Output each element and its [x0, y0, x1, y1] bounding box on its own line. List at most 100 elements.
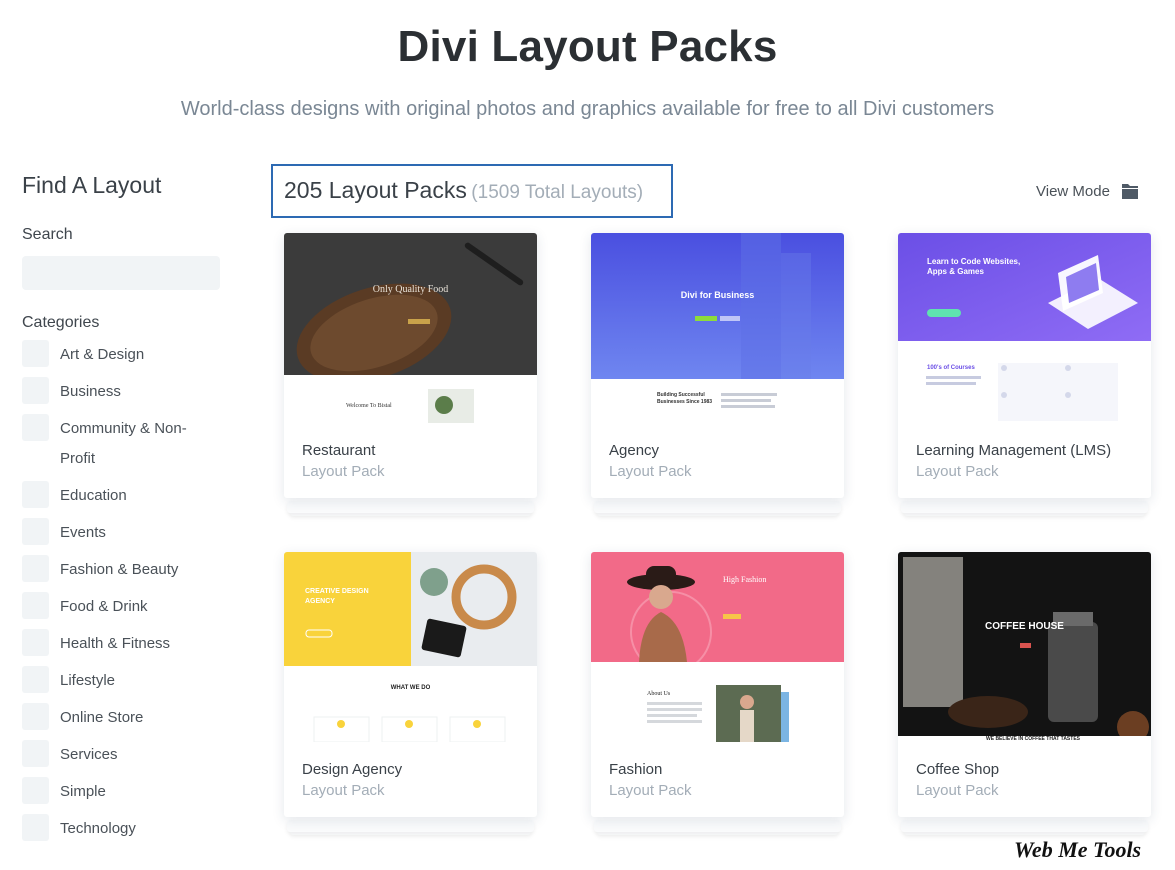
category-label: Lifestyle [60, 672, 116, 689]
category-label: Online Store [60, 709, 144, 726]
layout-preview-thumbnail: Divi for Business Building Successful Bu… [591, 233, 844, 423]
category-services[interactable]: Services [22, 740, 222, 777]
card-body[interactable]: Divi for Business Building Successful Bu… [591, 233, 844, 498]
search-input[interactable] [22, 256, 220, 290]
fashion-preview-image [591, 552, 844, 742]
card-stack-shadow [287, 501, 534, 513]
card-title: Agency [609, 442, 660, 459]
category-checkbox[interactable] [22, 377, 49, 404]
category-fashion-beauty[interactable]: Fashion & Beauty [22, 555, 222, 592]
filter-sidebar: Find A Layout Search Categories Art & De… [22, 172, 222, 851]
page-title: Divi Layout Packs [397, 22, 778, 71]
preview-title: COFFEE HOUSE [985, 621, 1064, 632]
total-layouts-count: (1509 Total Layouts) [471, 182, 644, 203]
card-subtitle: Layout Pack [916, 463, 999, 480]
category-checkbox[interactable] [22, 481, 49, 508]
page-subtitle: World-class designs with original photos… [180, 98, 995, 120]
card-subtitle: Layout Pack [609, 463, 692, 480]
category-events[interactable]: Events [22, 518, 222, 555]
category-business[interactable]: Business [22, 377, 222, 414]
category-checkbox[interactable] [22, 666, 49, 693]
preview-section: Welcome To Bistal [346, 403, 392, 409]
category-food-drink[interactable]: Food & Drink [22, 592, 222, 629]
category-checkbox[interactable] [22, 814, 49, 841]
card-stack-shadow [594, 820, 841, 832]
card-stack-shadow [287, 820, 534, 832]
category-label: Art & Design [60, 346, 145, 363]
category-label: Community & Non-Profit [60, 420, 187, 467]
card-title: Learning Management (LMS) [916, 442, 1112, 459]
view-mode-label: View Mode [1036, 182, 1110, 200]
category-lifestyle[interactable]: Lifestyle [22, 666, 222, 703]
category-art-design[interactable]: Art & Design [22, 340, 222, 377]
category-checkbox[interactable] [22, 703, 49, 730]
preview-section: WE BELIEVE IN COFFEE THAT TASTES [986, 736, 1080, 742]
category-checkbox[interactable] [22, 414, 49, 441]
restaurant-preview-image [284, 233, 537, 423]
category-label: Education [60, 487, 127, 504]
preview-title: Only Quality Food [372, 284, 449, 295]
card-stack-shadow [901, 820, 1148, 832]
card-body[interactable]: CREATIVE DESIGN AGENCY WHAT WE DO Design… [284, 552, 537, 817]
layout-card-lms[interactable]: Learn to Code Websites, Apps & Games 100… [898, 233, 1151, 516]
card-subtitle: Layout Pack [609, 782, 692, 799]
category-technology[interactable]: Technology [22, 814, 222, 851]
layout-preview-thumbnail: CREATIVE DESIGN AGENCY WHAT WE DO [284, 552, 537, 742]
category-online-store[interactable]: Online Store [22, 703, 222, 740]
category-simple[interactable]: Simple [22, 777, 222, 814]
layout-card-design-agency[interactable]: CREATIVE DESIGN AGENCY WHAT WE DO Design… [284, 552, 537, 835]
category-label: Fashion & Beauty [60, 561, 179, 578]
preview-section: WHAT WE DO [390, 685, 431, 691]
layout-preview-thumbnail: Only Quality Food Welcome To Bistal [284, 233, 537, 423]
design-agency-preview-image [284, 552, 537, 742]
card-body[interactable]: Learn to Code Websites, Apps & Games 100… [898, 233, 1151, 498]
coffee-shop-preview-image [898, 552, 1151, 742]
results-count-header: 205 Layout Packs (1509 Total Layouts) [271, 164, 673, 218]
card-subtitle: Layout Pack [916, 782, 999, 799]
preview-title: CREATIVE DESIGN AGENCY [305, 588, 369, 605]
agency-preview-image [591, 233, 844, 423]
view-mode-toggle[interactable]: View Mode [1036, 182, 1139, 200]
category-label: Events [60, 524, 106, 541]
card-body[interactable]: High Fashion About Us Fashion Layout Pac… [591, 552, 844, 817]
category-health-fitness[interactable]: Health & Fitness [22, 629, 222, 666]
category-label: Technology [60, 820, 136, 837]
category-checkbox[interactable] [22, 518, 49, 545]
category-checkbox[interactable] [22, 340, 49, 367]
category-education[interactable]: Education [22, 481, 222, 518]
category-checkbox[interactable] [22, 740, 49, 767]
preview-title: Divi for Business [680, 290, 755, 300]
card-subtitle: Layout Pack [302, 463, 385, 480]
layout-card-agency[interactable]: Divi for Business Building Successful Bu… [591, 233, 844, 516]
category-checkbox[interactable] [22, 629, 49, 656]
layout-card-coffee-shop[interactable]: COFFEE HOUSE WE BELIEVE IN COFFEE THAT T… [898, 552, 1151, 835]
category-community[interactable]: Community & Non-Profit [22, 414, 222, 481]
preview-section: Building Successful Businesses Since 198… [657, 392, 713, 405]
card-body[interactable]: Only Quality Food Welcome To Bistal Rest… [284, 233, 537, 498]
layout-preview-thumbnail: COFFEE HOUSE WE BELIEVE IN COFFEE THAT T… [898, 552, 1151, 742]
card-title: Coffee Shop [916, 761, 1000, 778]
category-label: Services [60, 746, 118, 763]
preview-section: 100's of Courses [927, 365, 975, 371]
layout-card-restaurant[interactable]: Only Quality Food Welcome To Bistal Rest… [284, 233, 537, 516]
folder-icon[interactable] [1121, 182, 1139, 200]
layout-preview-thumbnail: Learn to Code Websites, Apps & Games 100… [898, 233, 1151, 423]
watermark-logo: Web Me Tools [1014, 837, 1142, 862]
preview-title: Learn to Code Websites, Apps & Games [927, 257, 1021, 276]
category-list: Art & Design Business Community & Non-Pr… [22, 340, 222, 851]
card-subtitle: Layout Pack [302, 782, 385, 799]
layout-preview-thumbnail: High Fashion About Us [591, 552, 844, 742]
category-checkbox[interactable] [22, 555, 49, 582]
search-label: Search [22, 226, 73, 243]
card-title: Restaurant [302, 442, 376, 459]
category-checkbox[interactable] [22, 592, 49, 619]
category-checkbox[interactable] [22, 777, 49, 804]
card-body[interactable]: COFFEE HOUSE WE BELIEVE IN COFFEE THAT T… [898, 552, 1151, 817]
category-label: Food & Drink [60, 598, 148, 615]
layout-pack-count: 205 Layout Packs [284, 177, 467, 203]
preview-section: About Us [647, 691, 671, 697]
layout-card-fashion[interactable]: High Fashion About Us Fashion Layout Pac… [591, 552, 844, 835]
card-stack-shadow [901, 501, 1148, 513]
card-title: Design Agency [302, 761, 403, 778]
category-label: Simple [60, 783, 106, 800]
